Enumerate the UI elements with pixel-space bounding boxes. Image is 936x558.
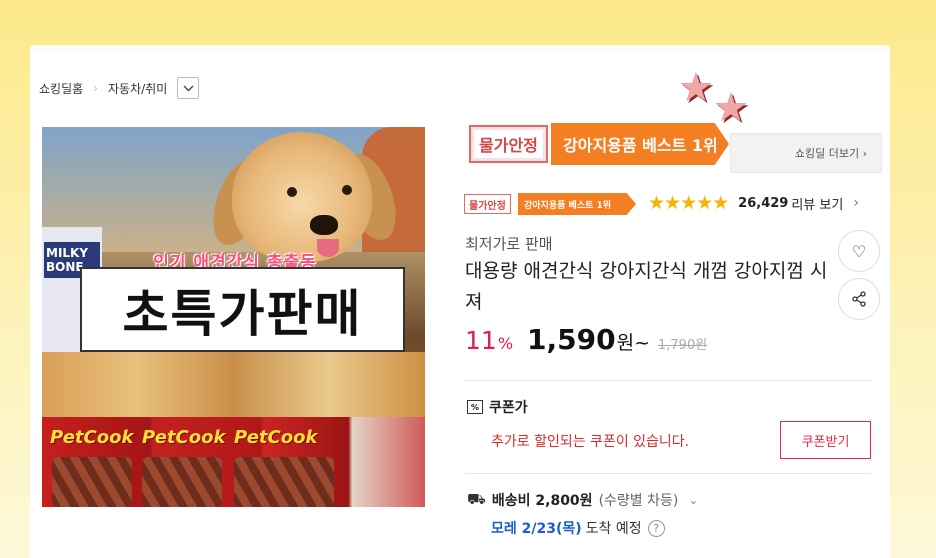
image-jerky-2 <box>142 457 222 507</box>
divider <box>465 473 871 474</box>
shipping-fee: 배송비 2,800원 <box>491 493 593 509</box>
rating-summary[interactable]: ★★★★★ 26,429 리뷰 보기 › <box>648 192 859 214</box>
image-brand-3: PetCook <box>234 427 318 448</box>
dog-eye-right <box>342 185 352 195</box>
heart-icon: ♡ <box>851 241 867 261</box>
more-deals-link[interactable]: 쇼킹딜 더보기 › <box>730 133 882 173</box>
discount-unit: % <box>497 334 514 353</box>
image-title-box: 초특가판매 <box>80 267 405 352</box>
best-rank-badge-small: 강아지용품 베스트 1위 <box>518 193 636 215</box>
help-icon[interactable]: ? <box>647 519 665 537</box>
original-price: 1,790원 <box>658 338 708 353</box>
dog-eye-left <box>287 187 297 197</box>
delivery-estimate: 모레 2/23(목) 도착 예정 ? <box>491 518 665 538</box>
breadcrumb: 쇼킹딜홈 › 자동차/취미 <box>39 77 200 99</box>
best-rank-badge: 강아지용품 베스트 1위 <box>551 123 729 165</box>
sale-price: 1,590 <box>527 323 616 356</box>
sale-price-unit: 원~ <box>616 332 650 354</box>
product-title: 대용량 애견간식 강아지간식 개껌 강아지껌 시져 <box>465 260 828 313</box>
dog-nose <box>310 215 338 235</box>
chevron-down-icon[interactable] <box>177 77 200 99</box>
shipping-info[interactable]: ⛟ 배송비 2,800원 (수량별 차등) ⌄ <box>467 490 698 510</box>
dog-head <box>232 132 372 262</box>
star-rating-icon: ★★★★★ <box>648 192 729 214</box>
breadcrumb-category[interactable]: 자동차/취미 <box>108 80 167 97</box>
image-brand-1: PetCook <box>50 427 134 448</box>
price-row: 11 % 1,590 원~ 1,790원 <box>465 323 707 356</box>
price-stable-badge: 물가안정 <box>469 125 548 163</box>
review-link[interactable]: 리뷰 보기 <box>791 194 843 213</box>
star-icon: ★ <box>713 85 749 131</box>
coupon-label-text: 쿠폰가 <box>489 400 528 416</box>
delivery-text: 도착 예정 <box>585 521 642 537</box>
share-icon <box>852 291 866 307</box>
image-jerky-3 <box>234 457 334 507</box>
image-title: 초특가판매 <box>122 284 363 343</box>
coupon-label: % 쿠폰가 <box>467 397 528 417</box>
image-jerky-1 <box>52 457 132 507</box>
delivery-date: 모레 2/23(목) <box>491 521 582 537</box>
truck-icon: ⛟ <box>467 490 486 508</box>
seller-label: 최저가로 판매 <box>465 235 553 253</box>
coupon-message: 추가로 할인되는 쿠폰이 있습니다. <box>491 434 690 450</box>
breadcrumb-home[interactable]: 쇼킹딜홈 <box>39 80 83 97</box>
star-icon: ★ <box>678 65 714 111</box>
shipping-note: (수량별 차등) <box>598 493 679 509</box>
price-stable-badge-small: 물가안정 <box>464 194 511 214</box>
breadcrumb-separator: › <box>93 81 98 95</box>
chevron-right-icon: › <box>853 195 859 211</box>
share-button[interactable] <box>838 278 880 320</box>
get-coupon-button[interactable]: 쿠폰받기 <box>780 421 871 459</box>
product-detail-card: 쇼킹딜홈 › 자동차/취미 MILKY BONE PetCook PetCook… <box>30 45 890 558</box>
divider <box>465 380 871 381</box>
wishlist-button[interactable]: ♡ <box>838 230 880 272</box>
image-brand-2: PetCook <box>142 427 226 448</box>
review-count: 26,429 <box>738 195 789 211</box>
discount-rate: 11 <box>465 326 497 355</box>
product-image[interactable]: MILKY BONE PetCook PetCook PetCook 인기 애견… <box>42 127 425 507</box>
image-products-row <box>42 352 425 417</box>
chevron-down-icon[interactable]: ⌄ <box>688 493 698 507</box>
coupon-icon: % <box>467 400 483 414</box>
